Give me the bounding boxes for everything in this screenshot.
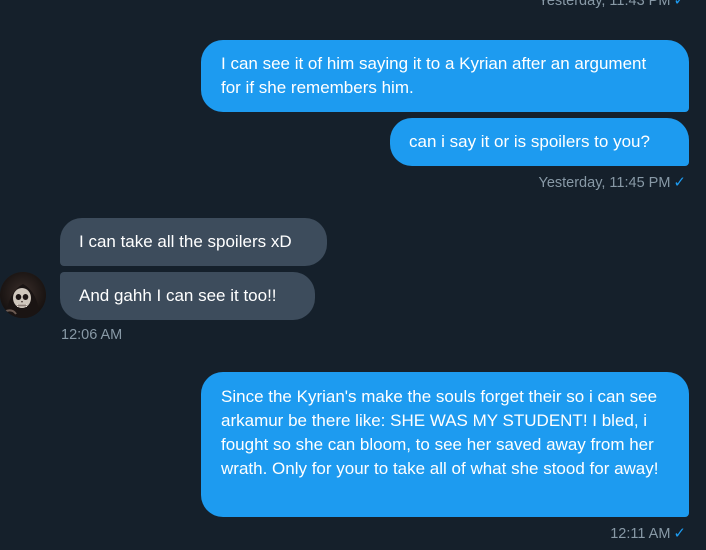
read-check-icon: ✓ [673, 0, 686, 9]
timestamp-text: 12:11 AM [610, 526, 671, 542]
message-text: can i say it or is spoilers to you? [409, 132, 650, 151]
message-outgoing[interactable]: can i say it or is spoilers to you? [390, 118, 689, 166]
message-outgoing[interactable]: Since the Kyrian's make the souls forget… [201, 372, 689, 517]
message-text: I can take all the spoilers xD [79, 232, 292, 251]
conversation-thread: Yesterday, 11:43 PM ✓ I can see it of him… [0, 0, 706, 550]
message-incoming[interactable]: I can take all the spoilers xD [60, 218, 327, 266]
timestamp-group: 12:11 AM ✓ [610, 524, 686, 542]
sender-avatar[interactable] [0, 272, 46, 318]
read-check-icon: ✓ [673, 525, 686, 542]
message-text: Since the Kyrian's make the souls forget… [221, 387, 659, 478]
message-text: And gahh I can see it too!! [79, 286, 277, 305]
timestamp-top: Yesterday, 11:43 PM ✓ [538, 0, 686, 9]
read-check-icon: ✓ [673, 174, 686, 191]
timestamp-group: 12:06 AM [61, 327, 122, 343]
message-text: I can see it of him saying it to a Kyria… [221, 54, 647, 97]
timestamp-text: Yesterday, 11:45 PM [538, 175, 671, 191]
skull-avatar-icon [0, 272, 46, 318]
message-incoming[interactable]: And gahh I can see it too!! [60, 272, 315, 320]
timestamp-group: Yesterday, 11:45 PM ✓ [538, 173, 686, 191]
timestamp-text: Yesterday, 11:43 PM [538, 0, 671, 9]
timestamp-text: 12:06 AM [61, 327, 123, 343]
message-outgoing[interactable]: I can see it of him saying it to a Kyria… [201, 40, 689, 112]
